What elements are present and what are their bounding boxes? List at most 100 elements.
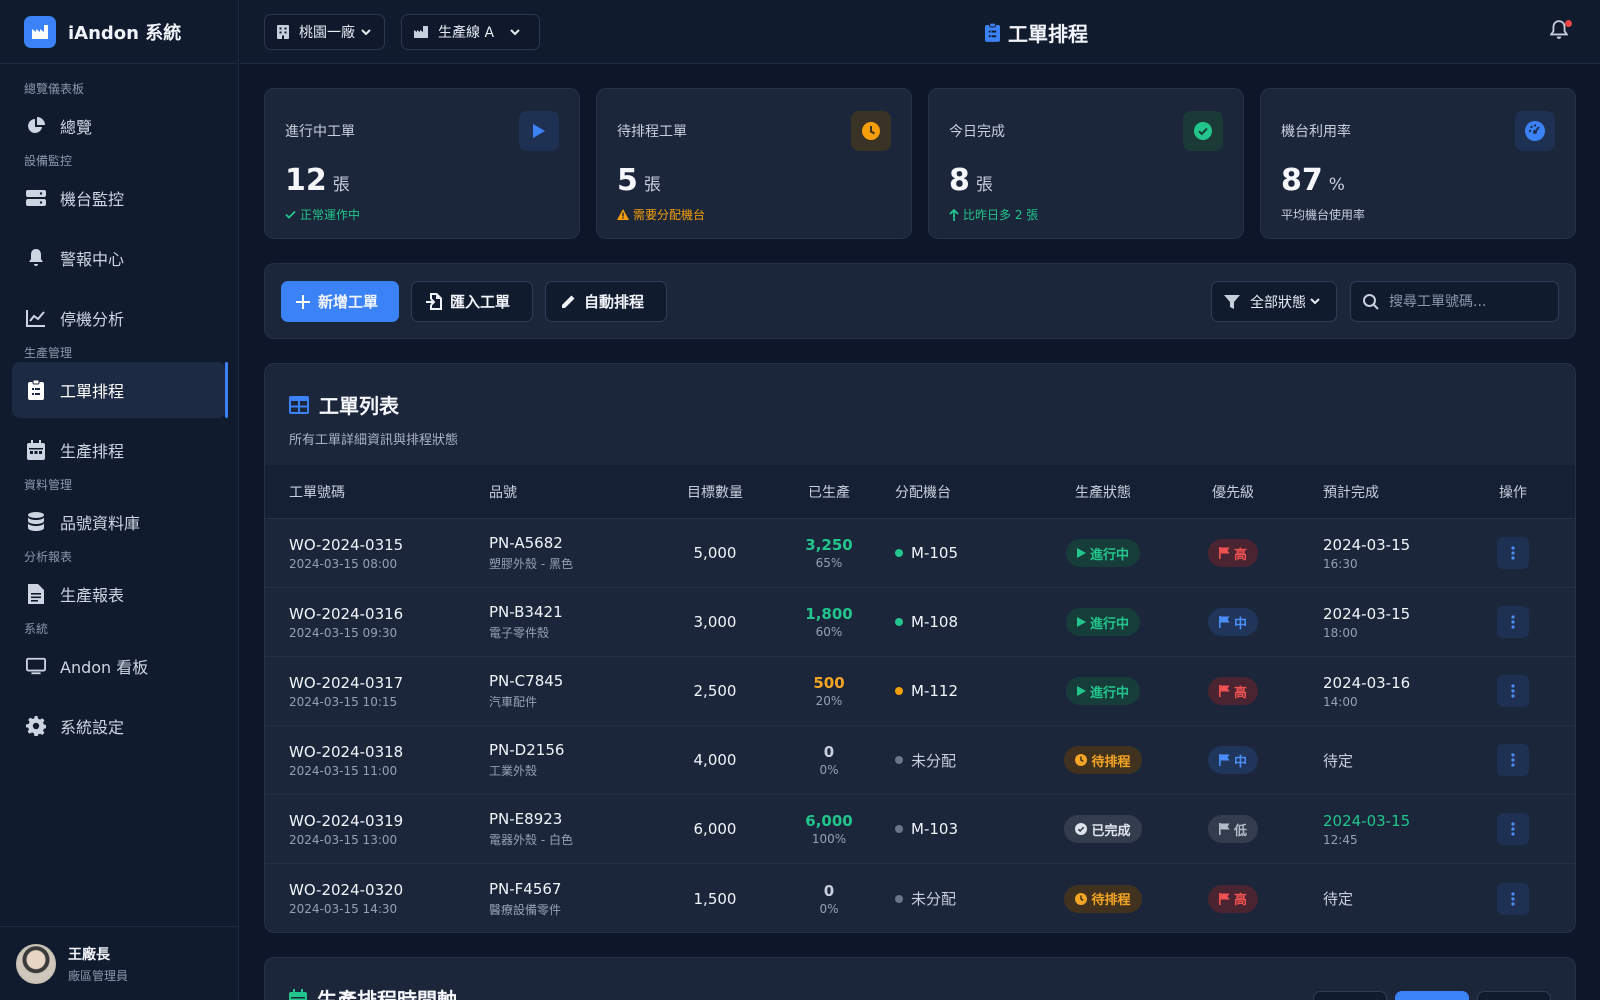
assigned-machine: 未分配	[911, 890, 957, 908]
search-box[interactable]	[1350, 281, 1559, 322]
work-order-id: WO-2024-0316	[289, 604, 404, 623]
table-row[interactable]: WO-2024-0318 2024-03-15 11:00 PN-D2156 工業外殼…	[265, 726, 1575, 795]
sidebar-item-part-database[interactable]: 品號資料庫	[12, 494, 226, 550]
clipboard-icon	[26, 380, 46, 400]
page-title: 工單排程	[985, 18, 1088, 47]
filter-icon	[1224, 294, 1240, 309]
timeline-view-button[interactable]	[1313, 991, 1387, 1000]
table-row[interactable]: WO-2024-0315 2024-03-15 08:00 PN-A5682 塑膠外殼…	[265, 519, 1575, 588]
status-badge: 進行中	[1065, 608, 1140, 636]
sidebar-item-machine-monitor[interactable]: 機台監控	[12, 170, 226, 226]
factory-select-value: 桃園一廠	[299, 25, 355, 41]
new-work-order-label: 新增工單	[318, 293, 379, 311]
sidebar-item-downtime[interactable]: 停機分析	[12, 290, 226, 346]
target-quantity: 5,000	[693, 544, 737, 562]
panel-title: 工單列表	[289, 390, 1551, 419]
timeline-view-button-active[interactable]	[1395, 991, 1469, 1000]
notification-bell-icon[interactable]	[1549, 20, 1572, 42]
eta-time: 18:00	[1323, 625, 1358, 640]
eta-date: 2024-03-15	[1323, 535, 1411, 554]
sidebar-item-work-orders[interactable]: 工單排程	[12, 362, 228, 418]
target-quantity: 3,000	[693, 613, 737, 631]
timeline-view-button[interactable]	[1477, 991, 1551, 1000]
clock-icon	[851, 111, 891, 151]
priority-badge: 高	[1207, 677, 1258, 705]
row-actions-button[interactable]	[1497, 675, 1529, 707]
work-order-id: WO-2024-0320	[289, 881, 404, 899]
line-select[interactable]: 生產線 A	[401, 14, 540, 50]
table-row[interactable]: WO-2024-0317 2024-03-15 10:15 PN-C7845 汽車配件…	[265, 657, 1575, 726]
play-icon	[1076, 617, 1086, 627]
column-header[interactable]: 分配機台	[875, 482, 1013, 502]
sidebar-item-settings[interactable]: 系統設定	[12, 698, 226, 754]
search-input[interactable]	[1389, 293, 1549, 310]
assigned-machine: 未分配	[911, 751, 957, 770]
auto-schedule-button[interactable]: 自動排程	[545, 281, 667, 322]
part-number: PN-F4567	[489, 879, 562, 898]
sidebar-item-label: Andon 看板	[60, 658, 149, 677]
panel-title-text: 工單列表	[319, 394, 399, 418]
produced-quantity: 3,250	[805, 536, 853, 554]
assigned-machine: M-112	[911, 682, 958, 700]
chevron-down-icon	[510, 28, 520, 36]
part-number: PN-B3421	[489, 603, 563, 621]
target-quantity: 4,000	[693, 751, 737, 769]
table-icon	[289, 395, 309, 414]
work-order-id: WO-2024-0317	[289, 673, 404, 692]
check-icon	[1075, 823, 1088, 835]
work-order-time: 2024-03-15 14:30	[289, 902, 398, 916]
sidebar-item-label: 停機分析	[60, 310, 125, 329]
stat-card-completed-today: 今日完成 8張 比昨日多 2 張	[928, 88, 1244, 239]
play-icon	[519, 111, 559, 151]
row-actions-button[interactable]	[1497, 813, 1529, 845]
priority-label: 高	[1233, 893, 1247, 908]
priority-badge: 中	[1207, 608, 1258, 636]
row-actions-button[interactable]	[1497, 744, 1529, 776]
sidebar-item-alerts[interactable]: 警報中心	[12, 230, 226, 286]
line-chart-icon	[26, 308, 46, 328]
eta-time: 12:45	[1323, 832, 1358, 847]
table-row[interactable]: WO-2024-0320 2024-03-15 14:30 PN-F4567 醫療設備…	[265, 864, 1575, 932]
factory-select[interactable]: 桃園一廠	[264, 14, 385, 50]
column-header[interactable]: 操作	[1453, 482, 1573, 502]
sidebar-item-overview[interactable]: 總覽	[12, 98, 226, 154]
clock-icon	[1075, 892, 1088, 905]
status-label: 待排程	[1091, 754, 1131, 770]
column-header[interactable]: 已生產	[755, 482, 875, 502]
nav-section-reports: 分析報表	[24, 550, 73, 564]
sidebar-item-label: 系統設定	[60, 718, 125, 737]
priority-label: 低	[1233, 823, 1247, 839]
status-filter[interactable]: 全部狀態	[1211, 281, 1337, 322]
sidebar-item-andon-board[interactable]: Andon 看板	[12, 638, 226, 694]
column-header[interactable]: 品號	[465, 482, 620, 502]
part-number: PN-E8923	[489, 810, 563, 828]
sidebar-item-production-report[interactable]: 生產報表	[12, 566, 226, 622]
column-header[interactable]: 目標數量	[620, 482, 755, 502]
check-circle-icon	[1183, 111, 1223, 151]
eta-time: 14:00	[1323, 694, 1358, 709]
nav-section-overview: 總覽儀表板	[24, 82, 85, 96]
stat-sub: 需要分配機台	[633, 208, 706, 222]
row-actions-button[interactable]	[1497, 882, 1529, 915]
sidebar-item-production-schedule[interactable]: 生產排程	[12, 422, 226, 478]
row-actions-button[interactable]	[1497, 537, 1529, 569]
new-work-order-button[interactable]: 新增工單	[281, 281, 399, 322]
table-row[interactable]: WO-2024-0319 2024-03-15 13:00 PN-E8923 電器外殼…	[265, 795, 1575, 864]
table-row[interactable]: WO-2024-0316 2024-03-15 09:30 PN-B3421 電子零件…	[265, 588, 1575, 657]
work-order-panel: 工單列表 所有工單詳細資訊與排程狀態 工單號碼 品號 目標數量 已生產 分配機台…	[264, 363, 1576, 933]
column-header[interactable]: 預計完成	[1283, 482, 1453, 502]
column-header[interactable]: 優先級	[1183, 482, 1283, 502]
column-header[interactable]: 工單號碼	[265, 482, 465, 502]
produced-percent: 20%	[815, 694, 843, 708]
table-header: 工單號碼 品號 目標數量 已生產 分配機台 生產狀態 優先級 預計完成 操作	[265, 465, 1575, 519]
row-actions-button[interactable]	[1497, 606, 1529, 638]
produced-percent: 65%	[815, 556, 843, 570]
target-quantity: 2,500	[693, 682, 737, 700]
machine-status-dot	[895, 549, 903, 557]
column-header[interactable]: 生產狀態	[1013, 482, 1183, 502]
stat-title: 進行中工單	[285, 124, 355, 140]
import-work-order-button[interactable]: 匯入工單	[411, 281, 533, 322]
play-icon	[1076, 548, 1086, 558]
user-profile[interactable]: 王廠長 廠區管理員	[0, 926, 238, 1000]
stat-card-utilization: 機台利用率 87% 平均機台使用率	[1260, 88, 1576, 239]
